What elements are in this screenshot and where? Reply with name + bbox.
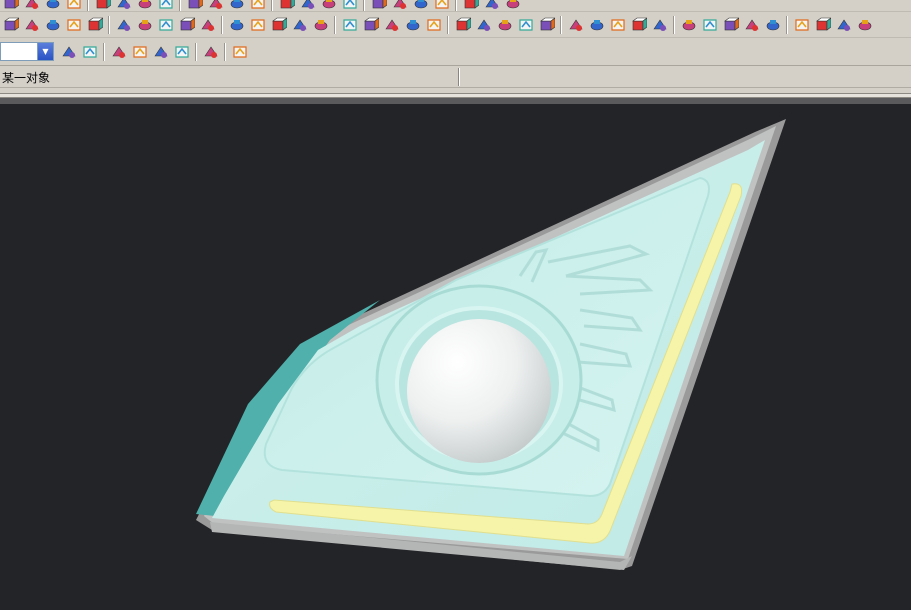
sew-icon[interactable]: [320, 0, 337, 8]
fillet-icon[interactable]: [743, 16, 760, 33]
cylinder-icon[interactable]: [115, 0, 132, 9]
datum-plane-icon[interactable]: [228, 16, 245, 33]
line-icon[interactable]: [412, 0, 429, 8]
layer-icon[interactable]: [44, 16, 61, 33]
box-open-icon[interactable]: [814, 16, 831, 33]
toolbar-row-3: ▼: [0, 38, 911, 66]
trim-icon[interactable]: [299, 0, 316, 9]
n-sided-icon[interactable]: [567, 16, 584, 33]
thicken-icon[interactable]: [404, 16, 421, 33]
dome-sphere: [407, 319, 551, 463]
toolbar-separator: [334, 15, 336, 34]
datum-axis-icon[interactable]: [249, 16, 266, 33]
smooth-icon[interactable]: [764, 16, 781, 33]
measure-icon[interactable]: [462, 0, 479, 9]
revolve-icon[interactable]: [186, 0, 203, 9]
chamfer-icon[interactable]: [228, 0, 245, 8]
chevron-down-icon[interactable]: ▼: [37, 43, 53, 60]
point-constructor-icon[interactable]: [2, 0, 19, 9]
arc-icon[interactable]: [433, 0, 450, 9]
scale-icon[interactable]: [86, 16, 103, 33]
extract-icon[interactable]: [517, 16, 534, 33]
toolbar-separator: [673, 15, 675, 34]
move-icon[interactable]: [136, 16, 153, 33]
wcs-icon[interactable]: [199, 16, 216, 33]
blend-icon[interactable]: [207, 0, 224, 9]
transform-icon[interactable]: [2, 16, 19, 33]
bridge-icon[interactable]: [722, 16, 739, 33]
save-icon[interactable]: [23, 0, 40, 9]
sketch-icon[interactable]: [391, 0, 408, 9]
edge-blend-icon[interactable]: [341, 16, 358, 33]
toolbar-separator: [195, 42, 197, 61]
swept-icon[interactable]: [630, 16, 647, 33]
surface-icon[interactable]: [270, 16, 287, 33]
viewport-border: [0, 88, 911, 104]
toolbar-separator: [271, 0, 273, 11]
toolbar-separator: [447, 15, 449, 34]
graphics-viewport[interactable]: [0, 104, 911, 610]
unite-icon[interactable]: [454, 16, 471, 33]
intersect-icon[interactable]: [496, 16, 513, 33]
part-model[interactable]: [0, 104, 911, 610]
snap-icon[interactable]: [23, 16, 40, 33]
variational-icon[interactable]: [651, 16, 668, 33]
selection-bar: 某一对象: [0, 66, 911, 88]
block-icon[interactable]: [94, 0, 111, 9]
studio-icon[interactable]: [588, 16, 605, 33]
shaded-cube-icon[interactable]: [231, 43, 248, 60]
wrap-icon[interactable]: [680, 16, 697, 33]
ruler-icon[interactable]: [115, 16, 132, 33]
law-icon[interactable]: [609, 16, 626, 33]
filter-combo[interactable]: ▼: [0, 42, 54, 61]
status-divider: [458, 68, 460, 86]
face-blend-icon[interactable]: [362, 16, 379, 33]
sheet-icon[interactable]: [44, 0, 61, 8]
toolbar-separator: [786, 15, 788, 34]
section-surface-icon[interactable]: [701, 16, 718, 33]
snap-grid-icon[interactable]: [152, 43, 169, 60]
toolbar-separator: [179, 0, 181, 11]
delete-icon[interactable]: [178, 16, 195, 33]
selection-prompt: 某一对象: [2, 71, 51, 85]
nx-cad-window: ▼ 某一对象: [0, 0, 911, 610]
select-point-icon[interactable]: [81, 43, 98, 60]
marquee-select-icon[interactable]: [202, 43, 219, 60]
toolbar-row-2: [0, 12, 911, 38]
toolbar-separator: [224, 42, 226, 61]
paint-icon[interactable]: [65, 16, 82, 33]
toolbar-separator: [108, 15, 110, 34]
bounded-plane-icon[interactable]: [538, 16, 555, 33]
toolbar-row-1: [0, 0, 911, 12]
sweep-icon[interactable]: [383, 16, 400, 33]
mirror-icon[interactable]: [370, 0, 387, 9]
split-icon[interactable]: [425, 16, 442, 33]
cone-icon[interactable]: [136, 0, 153, 8]
toolbar-separator: [87, 0, 89, 11]
toolbar-separator: [455, 0, 457, 11]
path-icon[interactable]: [173, 43, 190, 60]
analysis-icon[interactable]: [483, 0, 500, 9]
toolbar-separator: [103, 42, 105, 61]
extrude-icon[interactable]: [157, 0, 174, 9]
copy-icon[interactable]: [157, 16, 174, 33]
filter-icon[interactable]: [60, 43, 77, 60]
undo-icon[interactable]: [110, 43, 127, 60]
draft-icon[interactable]: [278, 0, 295, 9]
box-wire-icon[interactable]: [856, 16, 873, 33]
box-icon[interactable]: [793, 16, 810, 33]
through-curves-icon[interactable]: [291, 16, 308, 33]
box-shaded-icon[interactable]: [835, 16, 852, 33]
eraser-icon[interactable]: [131, 43, 148, 60]
shell-icon[interactable]: [249, 0, 266, 9]
offset-icon[interactable]: [312, 16, 329, 33]
toolbar-separator: [221, 15, 223, 34]
sphere-icon[interactable]: [65, 0, 82, 9]
toolbar-separator: [560, 15, 562, 34]
toolbar-separator: [363, 0, 365, 11]
section-icon[interactable]: [504, 0, 521, 8]
subtract-icon[interactable]: [475, 16, 492, 33]
pattern-icon[interactable]: [341, 0, 358, 9]
